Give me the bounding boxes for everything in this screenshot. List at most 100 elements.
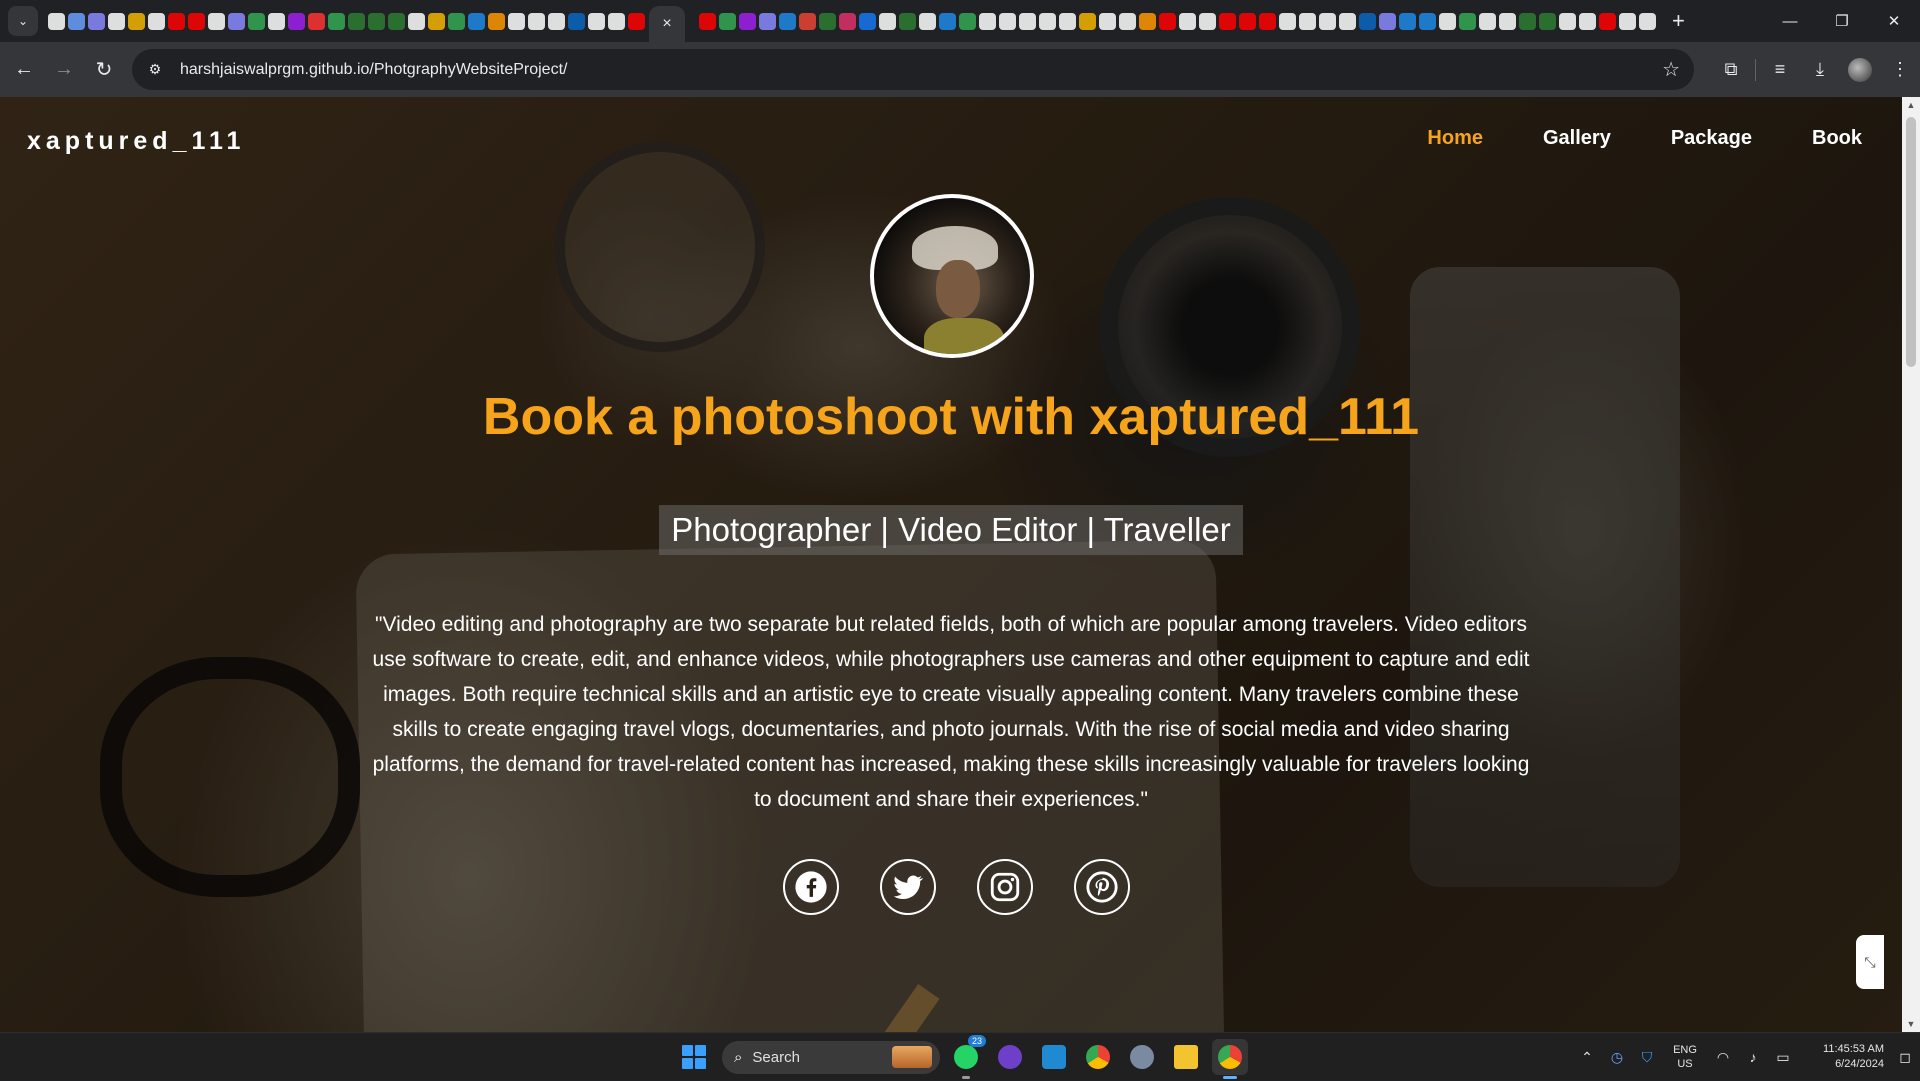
back-button[interactable]: ←	[4, 50, 44, 90]
tab-favicon-icon[interactable]	[1139, 12, 1156, 30]
notification-icon[interactable]: ◻	[1890, 1049, 1920, 1066]
tab-favicon-icon[interactable]	[248, 12, 265, 30]
extensions-icon[interactable]: ⧉	[1711, 50, 1751, 90]
whatsapp-app[interactable]: 23	[948, 1035, 986, 1079]
scroll-down-arrow[interactable]: ▼	[1902, 1016, 1920, 1032]
tab-favicon-icon[interactable]	[1419, 12, 1436, 30]
taskbar-search[interactable]: ⌕ Search	[722, 1041, 940, 1074]
tab-favicon-icon[interactable]	[528, 12, 545, 30]
vscode-app[interactable]	[1036, 1039, 1072, 1075]
tab-favicon-icon[interactable]	[739, 12, 756, 30]
file-explorer-app[interactable]	[1168, 1039, 1204, 1075]
language-indicator[interactable]: ENG US	[1662, 1043, 1708, 1071]
battery-icon[interactable]: ▭	[1768, 1049, 1798, 1066]
reload-button[interactable]: ↻	[84, 50, 124, 90]
tab-favicon-icon[interactable]	[1099, 12, 1116, 30]
nav-book[interactable]: Book	[1812, 127, 1862, 150]
tab-favicon-icon[interactable]	[408, 12, 425, 30]
forward-button[interactable]: →	[44, 50, 84, 90]
tab-favicon-icon[interactable]	[1399, 12, 1416, 30]
scroll-up-arrow[interactable]: ▲	[1902, 97, 1920, 113]
wifi-icon[interactable]: ◠	[1708, 1049, 1738, 1066]
tab-favicon-icon[interactable]	[1319, 12, 1336, 30]
tab-favicon-icon[interactable]	[1339, 12, 1356, 30]
twitter-link[interactable]	[879, 859, 936, 915]
chevron-up-icon[interactable]: ⌃	[1572, 1049, 1602, 1066]
tab-favicon-icon[interactable]	[1199, 12, 1216, 30]
tab-favicon-icon[interactable]	[979, 12, 996, 30]
tab-favicon-icon[interactable]	[1639, 12, 1656, 30]
tab-favicon-icon[interactable]	[1039, 12, 1056, 30]
tab-favicon-icon[interactable]	[799, 12, 816, 30]
browser-menu-icon[interactable]: ⋮	[1880, 50, 1920, 90]
tab-favicon-icon[interactable]	[288, 12, 305, 30]
reading-list-icon[interactable]: ≡	[1760, 50, 1800, 90]
defender-icon[interactable]: ⛉	[1632, 1049, 1662, 1066]
start-button[interactable]	[682, 1045, 706, 1069]
pinterest-link[interactable]	[1073, 859, 1130, 915]
nav-gallery[interactable]: Gallery	[1543, 127, 1611, 150]
minimize-button[interactable]: —	[1764, 0, 1816, 42]
tab-favicon-icon[interactable]	[608, 12, 625, 30]
chrome-app[interactable]	[1080, 1039, 1116, 1075]
tab-search-button[interactable]: ⌄	[8, 6, 38, 36]
tab-favicon-icon[interactable]	[548, 12, 565, 30]
tab-favicon-icon[interactable]	[68, 12, 85, 30]
tab-favicon-icon[interactable]	[588, 12, 605, 30]
bookmark-star-icon[interactable]: ☆	[1662, 57, 1680, 82]
tab-favicon-icon[interactable]	[208, 12, 225, 30]
tab-favicon-icon[interactable]	[388, 12, 405, 30]
tab-favicon-icon[interactable]	[1239, 12, 1256, 30]
tab-favicon-icon[interactable]	[1559, 12, 1576, 30]
tab-favicon-icon[interactable]	[939, 12, 956, 30]
page-scrollbar[interactable]: ▲ ▼	[1902, 97, 1920, 1032]
tab-favicon-icon[interactable]	[1599, 12, 1616, 30]
close-window-button[interactable]: ✕	[1868, 0, 1920, 42]
tab-favicon-icon[interactable]	[1059, 12, 1076, 30]
tab-favicon-icon[interactable]	[488, 12, 505, 30]
tab-favicon-icon[interactable]	[859, 12, 876, 30]
tab-favicon-icon[interactable]	[508, 12, 525, 30]
tab-favicon-icon[interactable]	[819, 12, 836, 30]
tab-favicon-icon[interactable]	[1159, 12, 1176, 30]
tab-favicon-icon[interactable]	[1259, 12, 1276, 30]
tab-favicon-icon[interactable]	[628, 12, 645, 30]
tab-favicon-icon[interactable]	[1379, 12, 1396, 30]
tab-favicon-icon[interactable]	[1079, 12, 1096, 30]
tab-favicon-icon[interactable]	[959, 12, 976, 30]
tab-favicon-icon[interactable]	[1499, 12, 1516, 30]
tab-favicon-icon[interactable]	[1359, 12, 1376, 30]
tab-favicon-icon[interactable]	[1179, 12, 1196, 30]
site-brand[interactable]: xaptured_111	[27, 127, 245, 156]
nav-package[interactable]: Package	[1671, 127, 1752, 150]
new-tab-button[interactable]: +	[1672, 8, 1685, 34]
tab-favicon-icon[interactable]	[1299, 12, 1316, 30]
tab-favicon-icon[interactable]	[699, 12, 716, 30]
tab-favicon-icon[interactable]	[128, 12, 145, 30]
tab-favicon-icon[interactable]	[188, 12, 205, 30]
tab-favicon-icon[interactable]	[168, 12, 185, 30]
tab-favicon-icon[interactable]	[1439, 12, 1456, 30]
tab-favicon-icon[interactable]	[468, 12, 485, 30]
profile-button[interactable]	[1840, 50, 1880, 90]
facebook-link[interactable]	[782, 859, 839, 915]
tab-favicon-icon[interactable]	[428, 12, 445, 30]
tab-favicon-icon[interactable]	[568, 12, 585, 30]
tab-favicon-icon[interactable]	[779, 12, 796, 30]
github-desktop-app[interactable]	[992, 1039, 1028, 1075]
tab-favicon-icon[interactable]	[1219, 12, 1236, 30]
tab-favicon-icon[interactable]	[308, 12, 325, 30]
tab-favicon-icon[interactable]	[1579, 12, 1596, 30]
settings-app[interactable]	[1124, 1039, 1160, 1075]
downloads-icon[interactable]: ⤓	[1800, 50, 1840, 90]
tab-favicon-icon[interactable]	[268, 12, 285, 30]
tab-favicon-icon[interactable]	[228, 12, 245, 30]
scroll-thumb[interactable]	[1906, 117, 1916, 367]
tab-favicon-icon[interactable]	[48, 12, 65, 30]
tab-favicon-icon[interactable]	[919, 12, 936, 30]
nav-home[interactable]: Home	[1427, 127, 1483, 150]
url-text[interactable]: harshjaiswalprgm.github.io/PhotgraphyWeb…	[180, 61, 567, 79]
chrome-active-app[interactable]	[1212, 1039, 1248, 1079]
side-widget-tab[interactable]: ⤡	[1856, 935, 1884, 989]
tab-favicon-icon[interactable]	[899, 12, 916, 30]
